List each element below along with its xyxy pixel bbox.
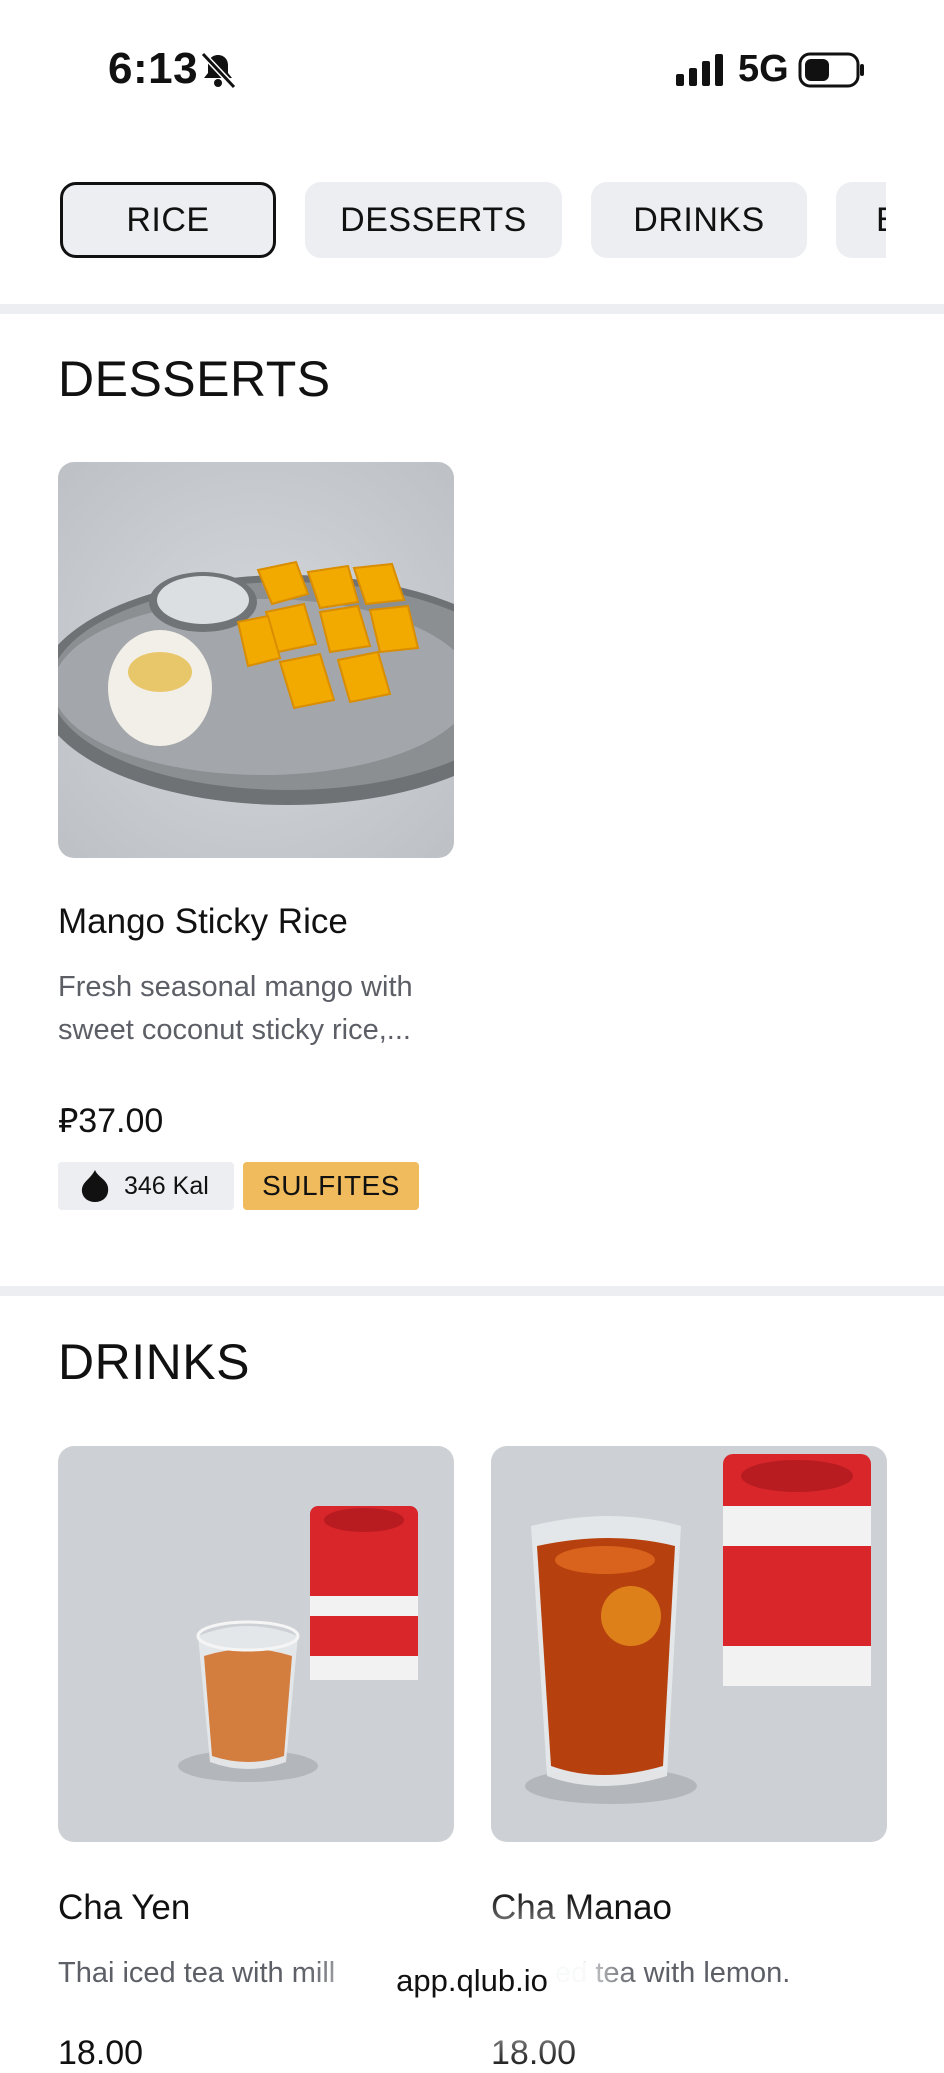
tab-desserts[interactable]: DESSERTS — [305, 182, 562, 258]
tab-scroll-fade — [886, 182, 944, 262]
battery-icon — [798, 52, 864, 88]
section-divider — [0, 304, 944, 314]
calories-value: 346 Kal — [124, 1171, 209, 1200]
tab-drinks[interactable]: DRINKS — [591, 182, 807, 258]
allergen-badge: SULFITES — [243, 1162, 419, 1210]
section-title-desserts: DESSERTS — [58, 351, 331, 407]
section-divider — [0, 1286, 944, 1296]
description-line: Fresh seasonal mango with — [58, 971, 413, 1003]
item-price-cha-manao: 18.00 — [491, 2034, 577, 2072]
tab-rice[interactable]: RICE — [60, 182, 276, 258]
item-price-cha-yen: 18.00 — [58, 2034, 144, 2072]
item-description-cha-manao: ed tea with lemon. — [555, 1957, 791, 1989]
calories-badge: 346 Kal — [58, 1162, 234, 1210]
item-name-cha-manao[interactable]: Cha Manao — [491, 1888, 672, 1928]
mango-sticky-rice-image[interactable] — [58, 462, 454, 858]
signal-icon — [676, 54, 723, 86]
category-tabs: RICE DESSERTS DRINKS E — [0, 182, 944, 260]
item-description: Fresh seasonal mango with sweet coconut … — [58, 966, 458, 1052]
item-name-mango-sticky-rice[interactable]: Mango Sticky Rice — [58, 902, 348, 942]
price-value: 37.00 — [78, 1102, 164, 1140]
cha-yen-image[interactable] — [58, 1446, 454, 1842]
cha-manao-image[interactable] — [491, 1446, 887, 1842]
description-line: sweet coconut sticky rice,... — [58, 1014, 411, 1046]
status-bar: 6:13 5G — [0, 0, 944, 140]
status-time: 6:13 — [108, 44, 199, 93]
network-label: 5G — [738, 48, 789, 90]
item-name-cha-yen[interactable]: Cha Yen — [58, 1888, 190, 1928]
currency-symbol: ⃁ — [58, 1102, 79, 1140]
item-price: ⃁37.00 — [58, 1098, 163, 1142]
flame-icon — [81, 1170, 109, 1202]
section-title-drinks: DRINKS — [58, 1334, 250, 1390]
bell-slash-icon — [200, 51, 237, 90]
browser-url-bar[interactable]: app.qlub.io — [354, 1942, 590, 2020]
